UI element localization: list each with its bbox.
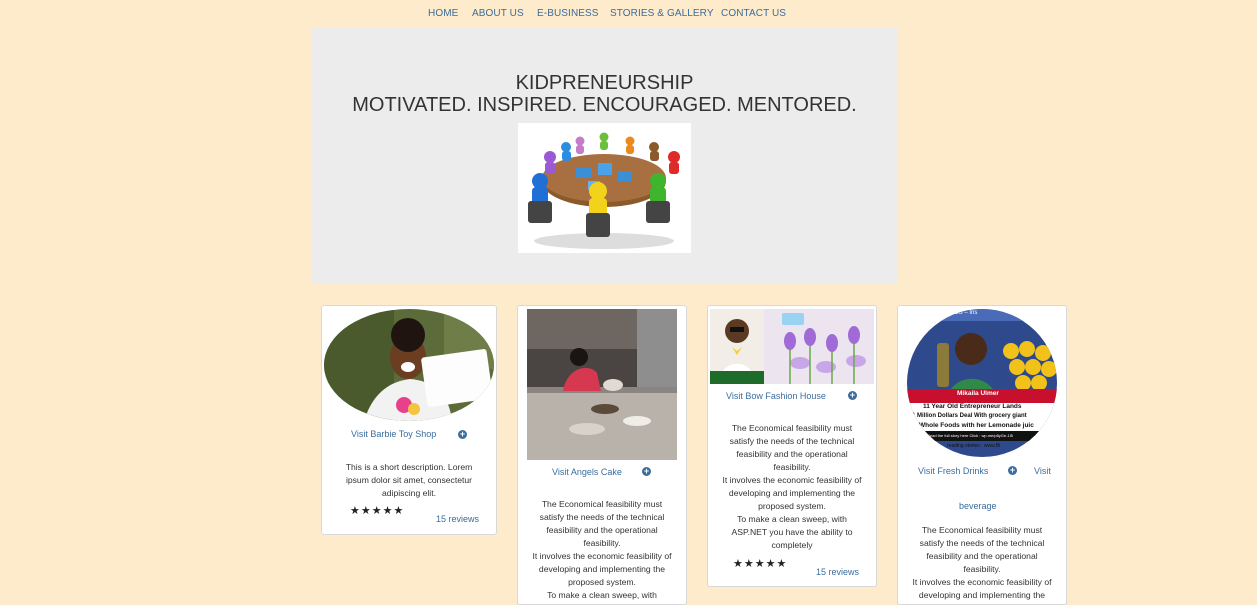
nav-contact-us[interactable]: CONTACT US [721, 8, 786, 19]
desc-line: satisfy the needs of the technical [729, 436, 855, 446]
card-fresh-drinks: RICA SERIES – Ins Mikaila Ulmer 11 Year … [897, 305, 1067, 605]
plus-circle-icon[interactable]: + [848, 391, 857, 400]
star-rating: ★★★★★ [733, 558, 788, 570]
desc-line: completely [771, 540, 813, 550]
desc-line: The Economical feasibility must [731, 423, 853, 433]
desc-line: feasibility and the operational [736, 449, 848, 459]
link-bow-fashion-house[interactable]: Visit Bow Fashion House [726, 391, 826, 401]
desc-line: To make a clean sweep, with [737, 514, 847, 524]
nav-home[interactable]: HOME [428, 8, 458, 19]
nav-about-us[interactable]: ABOUT US [472, 8, 524, 19]
nav-stories-gallery[interactable]: STORIES & GALLERY [610, 8, 714, 19]
poster-name: Mikaila Ulmer [957, 390, 999, 397]
link-visit-extra[interactable]: Visit [1034, 466, 1051, 476]
desc-line: This is a short description. Lorem [345, 462, 473, 472]
hero-subtitle: MOTIVATED. INSPIRED. ENCOURAGED. MENTORE… [352, 94, 857, 116]
desc-line: adipiscing elit. [382, 488, 436, 498]
desc-line: developing and implementing the [918, 590, 1046, 600]
desc-line: The Economical feasibility must [541, 499, 663, 509]
nav-e-business[interactable]: E-BUSINESS [537, 8, 599, 19]
card-image-girl-with-bows [710, 309, 874, 384]
link-fresh-drinks[interactable]: Visit Fresh Drinks [918, 466, 988, 476]
link-beverage[interactable]: beverage [959, 501, 997, 511]
plus-circle-icon[interactable]: + [642, 467, 651, 476]
desc-line: satisfy the needs of the technical [539, 512, 665, 522]
desc-line: feasibility. [963, 564, 1001, 574]
desc-line: satisfy the needs of the technical [919, 538, 1045, 548]
plus-circle-icon[interactable]: + [1008, 466, 1017, 475]
link-barbie-toy-shop[interactable]: Visit Barbie Toy Shop [351, 429, 436, 439]
card-image-kitchen-baking [527, 309, 677, 460]
desc-line: ipsum dolor sit amet, consectetur [345, 475, 473, 485]
card-description: The Economical feasibility must satisfy … [904, 524, 1060, 602]
hero-banner: KIDPRENEURSHIP MOTIVATED. INSPIRED. ENCO… [311, 27, 898, 284]
desc-line: ASP.NET you have the ability to [731, 527, 853, 537]
desc-line: feasibility and the operational [546, 525, 658, 535]
round-table-meeting-image [518, 123, 691, 253]
desc-line: feasibility. [583, 538, 621, 548]
desc-line: proposed system. [758, 501, 826, 511]
desc-line: feasibility and the operational [926, 551, 1038, 561]
desc-line: It involves the economic feasibility of [532, 551, 672, 561]
poster-line-5: reading stories : www.Bi [947, 443, 1001, 449]
card-bow-fashion-house: Visit Bow Fashion House + The Economical… [707, 305, 877, 587]
desc-line: developing and implementing the [538, 564, 666, 574]
card-description: The Economical feasibility must satisfy … [714, 422, 870, 552]
card-angels-cake: Visit Angels Cake + The Economical feasi… [517, 305, 687, 605]
star-rating: ★★★★★ [350, 505, 405, 517]
poster-line-2: 11 Million Dollars Deal With grocery gia… [909, 413, 1027, 419]
card-description: The Economical feasibility must satisfy … [524, 498, 680, 602]
desc-line: feasibility. [773, 462, 811, 472]
card-barbie-toy-shop: Visit Barbie Toy Shop + This is a short … [321, 305, 497, 535]
reviews-link[interactable]: 15 reviews [436, 514, 479, 524]
card-image-lemonade-poster: RICA SERIES – Ins Mikaila Ulmer 11 Year … [907, 309, 1057, 457]
link-angels-cake[interactable]: Visit Angels Cake [552, 467, 622, 477]
hero-title: KIDPRENEURSHIP [515, 72, 694, 94]
poster-line-3: Whole Foods with her Lemonade juic [919, 422, 1034, 429]
top-nav: HOME ABOUT US E-BUSINESS STORIES & GALLE… [0, 0, 1257, 28]
card-image-child-with-box [324, 309, 494, 421]
desc-line: To make a clean sweep, with [547, 590, 657, 600]
desc-line: It involves the economic feasibility of [722, 475, 862, 485]
plus-circle-icon[interactable]: + [458, 430, 467, 439]
desc-line: The Economical feasibility must [921, 525, 1043, 535]
poster-line-4: Read the full story here Click : wp.me/p… [927, 433, 1013, 438]
poster-series-label: RICA SERIES – Ins [925, 310, 978, 316]
reviews-link[interactable]: 15 reviews [816, 567, 859, 577]
card-description: This is a short description. Lorem ipsum… [332, 461, 486, 500]
desc-line: proposed system. [568, 577, 636, 587]
desc-line: developing and implementing the [728, 488, 856, 498]
desc-line: It involves the economic feasibility of [912, 577, 1052, 587]
poster-line-1: 11 Year Old Entrepreneur Lands [923, 403, 1022, 410]
